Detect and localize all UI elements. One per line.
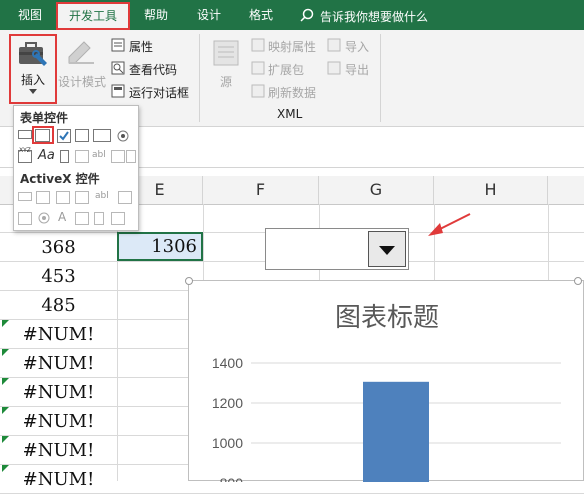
search-placeholder: 告诉我你想要做什么 bbox=[320, 10, 429, 24]
source-icon bbox=[213, 40, 239, 66]
chart-resize-handle[interactable] bbox=[185, 277, 193, 285]
button-form-control-icon[interactable] bbox=[18, 130, 32, 139]
import-icon bbox=[327, 38, 341, 52]
export-button[interactable]: 导出 bbox=[345, 61, 369, 78]
list-box-form-control-icon[interactable] bbox=[93, 129, 111, 142]
y-tick-label: 1000 bbox=[212, 435, 243, 451]
activex-list-box-icon[interactable] bbox=[75, 191, 89, 204]
design-mode-icon bbox=[68, 41, 94, 64]
chart-bar[interactable] bbox=[363, 381, 429, 482]
red-arrow-annotation bbox=[428, 213, 471, 236]
group-separator bbox=[380, 34, 381, 122]
cell-a[interactable]: #NUM! bbox=[0, 407, 117, 436]
insert-controls-dropdown: 表单控件 XYZ Aa abl ActiveX 控件 abl A bbox=[13, 105, 139, 231]
run-dialog-icon bbox=[111, 84, 125, 98]
expansion-pack-icon bbox=[251, 61, 265, 75]
column-header-g[interactable]: G bbox=[319, 176, 434, 204]
map-properties-button[interactable]: 映射属性 bbox=[268, 38, 316, 55]
tab-view[interactable]: 视图 bbox=[6, 0, 54, 30]
activex-combo-box-icon[interactable] bbox=[36, 191, 50, 204]
tab-format[interactable]: 格式 bbox=[238, 0, 284, 30]
insert-button-highlight bbox=[9, 34, 57, 104]
cell-a[interactable]: #NUM! bbox=[0, 320, 117, 349]
chart[interactable]: 图表标题 140012001000800 bbox=[188, 280, 584, 482]
developer-tab-highlight bbox=[56, 2, 130, 30]
activex-scroll-bar-icon[interactable] bbox=[118, 191, 132, 204]
activex-image-icon[interactable] bbox=[75, 212, 89, 225]
run-dialog-button[interactable]: 运行对话框 bbox=[129, 84, 189, 101]
combo-list-edit-icon bbox=[111, 150, 125, 163]
source-label: 源 bbox=[220, 75, 233, 89]
y-tick-label: 1200 bbox=[212, 395, 243, 411]
activex-button-icon[interactable] bbox=[18, 192, 32, 201]
activex-checkbox-icon[interactable] bbox=[56, 191, 70, 204]
spin-button-form-control-icon[interactable] bbox=[75, 129, 89, 142]
group-separator bbox=[199, 34, 200, 122]
cell-a[interactable]: #NUM! bbox=[0, 378, 117, 407]
expansion-pack-button[interactable]: 扩展包 bbox=[268, 61, 304, 78]
map-properties-icon bbox=[251, 38, 265, 52]
xyz-label: XYZ bbox=[19, 147, 31, 154]
activex-controls-title: ActiveX 控件 bbox=[20, 172, 100, 186]
tell-me-search[interactable]: 告诉我你想要做什么 bbox=[292, 0, 472, 30]
design-mode-button[interactable]: 设计模式 bbox=[56, 35, 106, 95]
refresh-data-button[interactable]: 刷新数据 bbox=[268, 84, 316, 101]
chart-resize-handle[interactable] bbox=[574, 277, 582, 285]
form-controls-title: 表单控件 bbox=[20, 111, 69, 125]
import-button[interactable]: 导入 bbox=[345, 38, 369, 55]
properties-icon bbox=[111, 38, 125, 52]
cell-a[interactable]: 485 bbox=[0, 291, 117, 320]
export-icon bbox=[327, 61, 341, 75]
combo-box-highlight bbox=[32, 126, 54, 144]
group-box-form-control-icon[interactable]: XYZ bbox=[18, 147, 32, 163]
view-code-icon bbox=[111, 61, 125, 75]
combo-dropdown-edit-icon bbox=[126, 150, 136, 163]
y-tick-label: 1400 bbox=[212, 355, 243, 371]
refresh-data-icon bbox=[251, 84, 265, 98]
ribbon-tab-bar: 视图 开发工具 帮助 设计 格式 告诉我你想要做什么 bbox=[0, 0, 584, 30]
combo-box-dropdown-button[interactable] bbox=[368, 231, 406, 267]
tab-design[interactable]: 设计 bbox=[186, 0, 232, 30]
source-button[interactable]: 源 bbox=[207, 35, 245, 95]
design-mode-label: 设计模式 bbox=[58, 75, 107, 89]
cell-a[interactable]: #NUM! bbox=[0, 465, 117, 494]
activex-label-icon[interactable]: A bbox=[58, 210, 66, 224]
activex-text-box-icon[interactable]: abl bbox=[95, 191, 109, 201]
text-field-icon bbox=[75, 150, 89, 163]
search-icon bbox=[300, 8, 314, 22]
label-form-control-icon[interactable]: Aa bbox=[38, 148, 55, 163]
xml-group-label: XML bbox=[277, 107, 303, 121]
scroll-bar-form-control-icon[interactable] bbox=[60, 150, 69, 163]
column-header-f[interactable]: F bbox=[203, 176, 319, 204]
tab-help[interactable]: 帮助 bbox=[134, 0, 178, 30]
cell-a[interactable]: #NUM! bbox=[0, 349, 117, 378]
activex-option-button-icon[interactable] bbox=[38, 212, 50, 224]
column-header-h[interactable]: H bbox=[434, 176, 548, 204]
cell-a[interactable]: 368 bbox=[0, 233, 117, 262]
view-code-button[interactable]: 查看代码 bbox=[129, 61, 177, 78]
combo-box-control[interactable] bbox=[265, 228, 409, 270]
activex-more-controls-icon[interactable] bbox=[111, 212, 125, 225]
properties-button[interactable]: 属性 bbox=[129, 38, 153, 55]
activex-toggle-icon[interactable] bbox=[18, 212, 32, 225]
cell-a[interactable]: #NUM! bbox=[0, 436, 117, 465]
selected-cell[interactable]: 1306 bbox=[117, 232, 203, 261]
activex-spin-button-icon[interactable] bbox=[94, 212, 104, 225]
checkbox-form-control-icon[interactable] bbox=[57, 129, 71, 143]
chart-plot-area: 140012001000800 bbox=[212, 355, 561, 482]
edit-box-icon: abl bbox=[92, 150, 106, 160]
cell-a[interactable]: 453 bbox=[0, 262, 117, 291]
option-button-form-control-icon[interactable] bbox=[117, 130, 129, 142]
triangle-down-icon bbox=[379, 246, 395, 255]
selected-cell-value: 1306 bbox=[151, 236, 197, 257]
